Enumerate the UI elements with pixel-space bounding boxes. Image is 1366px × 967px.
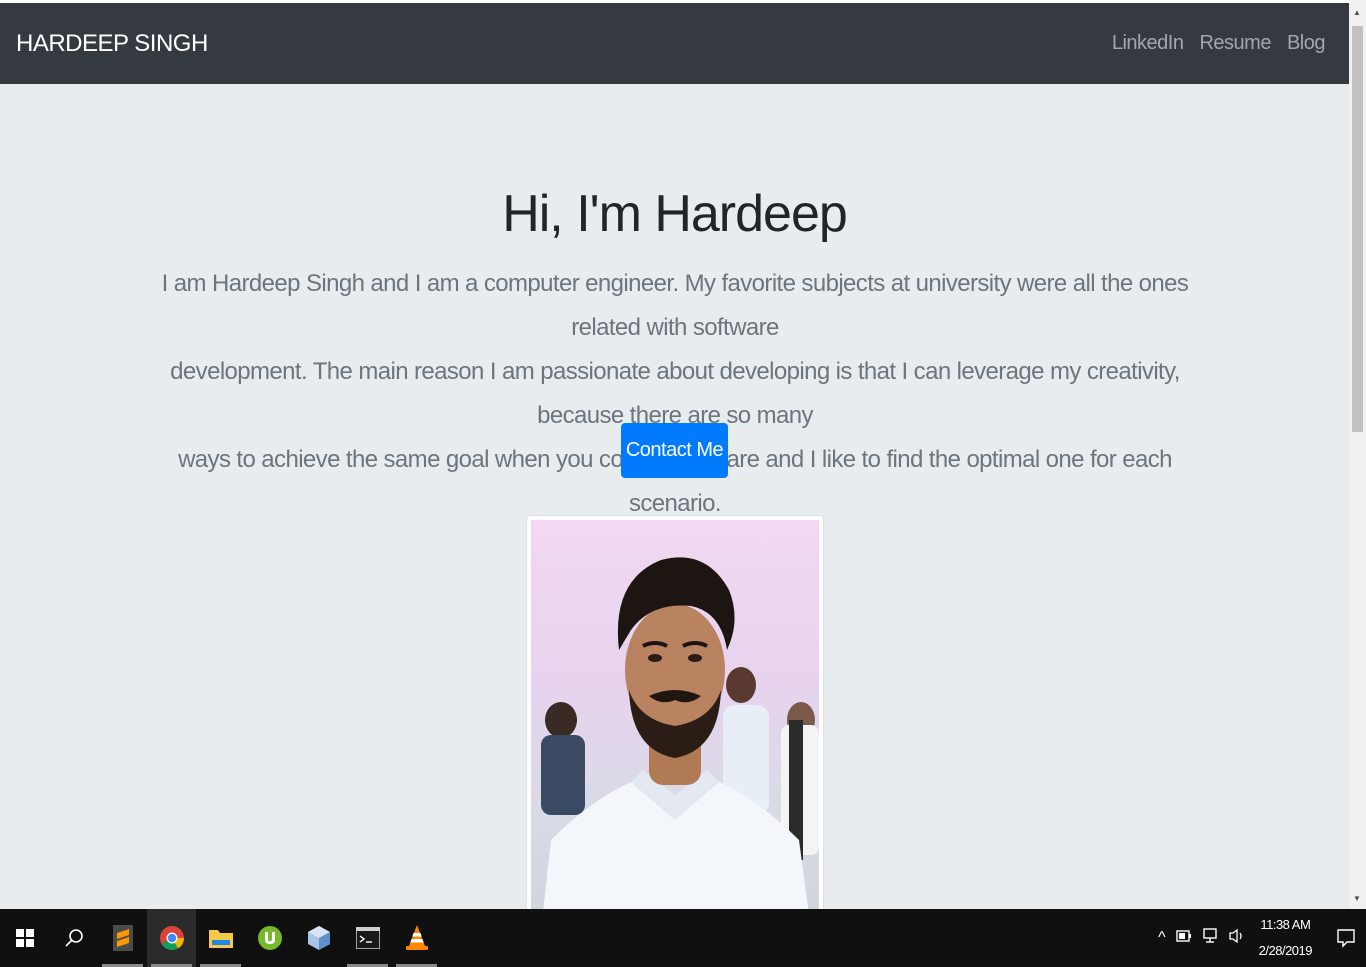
navbar: HARDEEP SINGH LinkedIn Resume Blog	[0, 3, 1349, 84]
hero-text-line-1: I am Hardeep Singh and I am a computer e…	[161, 270, 1189, 341]
notification-icon	[1337, 929, 1355, 948]
hero-text-line-2: development. The main reason I am passio…	[170, 358, 1180, 429]
command-prompt-icon	[355, 927, 380, 949]
battery-icon[interactable]	[1175, 929, 1192, 947]
scroll-down-arrow-icon[interactable]: ▼	[1353, 894, 1361, 903]
nav-links: LinkedIn Resume Blog	[1112, 32, 1326, 55]
profile-photo	[531, 520, 819, 909]
volume-icon[interactable]	[1228, 928, 1246, 949]
system-tray: ^ 11:38 AM 2/28/2019	[1153, 909, 1366, 967]
hero-description: I am Hardeep Singh and I am a computer e…	[130, 262, 1220, 526]
nav-link-resume[interactable]: Resume	[1199, 32, 1271, 55]
scrollbar-thumb[interactable]	[1352, 26, 1363, 432]
action-center-button[interactable]	[1326, 909, 1366, 967]
folder-icon	[208, 930, 233, 948]
clock-date: 2/28/2019	[1258, 943, 1313, 958]
page-scrollbar[interactable]: ▲ ▼	[1349, 0, 1366, 909]
profile-photo-illustration	[541, 557, 819, 909]
taskbar-search-button[interactable]	[49, 909, 98, 967]
nav-link-blog[interactable]: Blog	[1287, 32, 1326, 55]
taskbar-file-explorer[interactable]	[196, 909, 245, 967]
chrome-icon	[159, 926, 184, 951]
windows-taskbar: ^ 11:38 AM 2/28/2019	[0, 909, 1366, 967]
jumbotron: Hi, I'm Hardeep I am Hardeep Singh and I…	[0, 84, 1349, 909]
taskbar-vlc[interactable]	[392, 909, 441, 967]
scroll-up-arrow-icon[interactable]: ▲	[1353, 8, 1361, 17]
taskbar-sublime-text[interactable]	[98, 909, 147, 967]
taskbar-clock[interactable]: 11:38 AM 2/28/2019	[1258, 912, 1313, 964]
vlc-cone-icon	[405, 925, 428, 950]
taskbar-chrome[interactable]	[147, 909, 196, 967]
start-button[interactable]	[0, 909, 49, 967]
virtualbox-icon	[307, 926, 330, 950]
show-hidden-icons-chevron-icon[interactable]: ^	[1158, 929, 1166, 947]
contact-me-button[interactable]: Contact Me	[621, 423, 728, 478]
windows-logo-icon	[15, 929, 34, 947]
taskbar-utorrent[interactable]	[245, 909, 294, 967]
network-icon[interactable]	[1202, 927, 1218, 949]
utorrent-icon	[257, 926, 282, 950]
sublime-text-icon	[112, 925, 133, 951]
clock-time: 11:38 AM	[1260, 917, 1311, 932]
profile-photo-frame	[526, 515, 824, 909]
taskbar-command-prompt[interactable]	[343, 909, 392, 967]
nav-link-linkedin[interactable]: LinkedIn	[1112, 32, 1184, 55]
brand-link[interactable]: HARDEEP SINGH	[16, 30, 208, 58]
hero-title: Hi, I'm Hardeep	[502, 185, 848, 243]
taskbar-virtualbox[interactable]	[294, 909, 343, 967]
search-icon	[64, 929, 83, 947]
